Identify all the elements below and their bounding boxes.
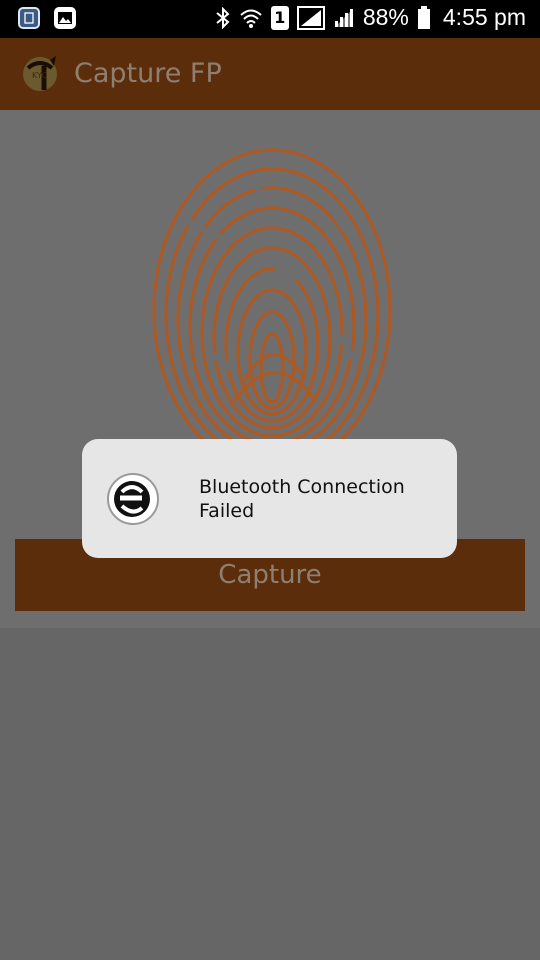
status-bar: 1 88% 4:55 pm [0, 0, 540, 38]
fingerprint-image [152, 148, 392, 472]
app-bar: KYC Capture FP [0, 38, 540, 110]
app-e-icon [107, 473, 159, 525]
battery-icon [417, 5, 431, 30]
wifi-icon [239, 7, 263, 29]
signal-icon-2 [333, 7, 355, 29]
sim-slot-icon: 1 [270, 5, 289, 30]
notification-icons [18, 7, 76, 29]
signal-icon-1 [296, 5, 325, 30]
gallery-icon [54, 7, 76, 29]
app-logo-icon: KYC [23, 56, 57, 91]
toast-text: Bluetooth Connection Failed [199, 476, 405, 522]
system-icons: 1 88% 4:55 pm [215, 4, 526, 31]
toast-message: Bluetooth Connection Failed [82, 439, 457, 558]
bluetooth-icon [215, 6, 231, 29]
battery-percent: 88% [362, 4, 409, 30]
app-title: Capture FP [74, 58, 222, 89]
logo-text: KYC [32, 71, 47, 80]
notification-app-icon [18, 7, 40, 29]
clock: 4:55 pm [442, 4, 526, 30]
empty-area [0, 628, 540, 960]
